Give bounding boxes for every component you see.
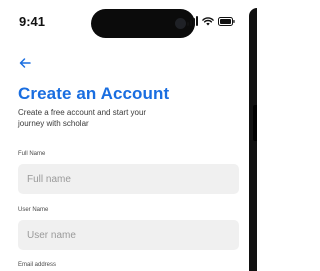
arrow-left-icon <box>19 58 31 68</box>
battery-icon <box>218 16 235 26</box>
signal-icon <box>187 16 198 26</box>
camera-icon <box>175 18 186 29</box>
phone-side-button <box>253 105 257 141</box>
wifi-icon <box>202 16 214 26</box>
page-title: Create an Account <box>18 84 170 103</box>
user-name-input[interactable] <box>18 220 239 250</box>
email-label: Email address <box>18 262 57 268</box>
dynamic-island <box>91 9 195 38</box>
page-subtitle: Create a free account and start your jou… <box>18 108 147 128</box>
phone-frame: 9:41 Create an Account Create a free acc… <box>0 0 257 271</box>
full-name-input[interactable] <box>18 164 239 194</box>
user-name-label: User Name <box>18 207 49 213</box>
back-button[interactable] <box>18 56 32 70</box>
screen: 9:41 Create an Account Create a free acc… <box>0 0 249 271</box>
status-bar: 9:41 <box>0 0 249 44</box>
full-name-label: Full Name <box>18 151 46 157</box>
status-time: 9:41 <box>19 14 46 29</box>
status-icons <box>187 15 235 27</box>
